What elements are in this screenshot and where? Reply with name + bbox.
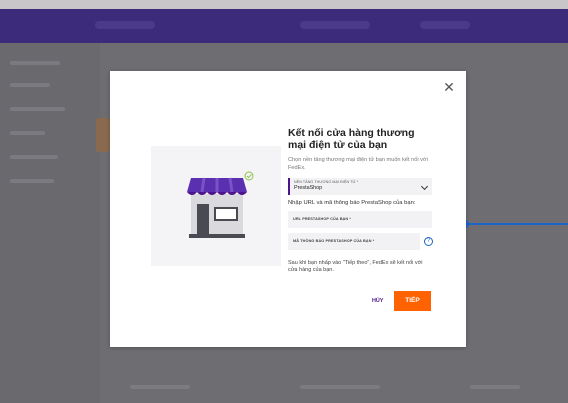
check-mark — [246, 174, 252, 179]
storefront-illustration — [151, 146, 281, 266]
sidebar-placeholder — [10, 179, 54, 183]
store-door — [197, 204, 209, 236]
sidebar-placeholder — [10, 61, 60, 65]
dialog-title: Kết nối cửa hàng thương mại điện tử của … — [288, 127, 415, 151]
platform-select-value: PrestaShop — [294, 185, 323, 191]
connect-note: Sau khi bạn nhấp vào "Tiếp theo", FedEx … — [288, 260, 423, 273]
header-placeholder — [420, 21, 470, 29]
background-accent — [96, 118, 110, 152]
platform-select[interactable]: NỀN TẢNG THƯƠNG MẠI ĐIỆN TỬ * PrestaShop — [288, 178, 432, 195]
sidebar-placeholder — [10, 83, 50, 87]
callout-line — [466, 223, 568, 225]
storefront-icon — [187, 171, 254, 238]
prestashop-url-input[interactable]: URL PRESTASHOP CỦA BẠN * — [288, 211, 432, 228]
cancel-button[interactable]: HỦY — [372, 298, 383, 304]
dialog-subtitle: Chọn nền tảng thương mại điện tử bạn muố… — [288, 157, 428, 171]
background-placeholder — [470, 385, 520, 389]
awning-stripe — [228, 177, 234, 193]
check-circle-icon — [244, 171, 254, 181]
info-icon[interactable]: ? — [424, 237, 433, 246]
header-placeholder — [95, 21, 155, 29]
prestashop-token-input[interactable]: MÃ THÔNG BÁO PRESTASHOP CỦA BẠN * — [288, 233, 420, 250]
close-icon[interactable]: ✕ — [442, 80, 456, 94]
sidebar-placeholder — [10, 107, 65, 111]
sidebar-placeholder — [10, 131, 45, 135]
sidebar-placeholder — [10, 155, 58, 159]
platform-select-label: NỀN TẢNG THƯƠNG MẠI ĐIỆN TỬ * — [294, 180, 359, 184]
background-placeholder — [130, 385, 190, 389]
dialog-form: Kết nối cửa hàng thương mại điện tử của … — [288, 127, 433, 274]
connect-store-dialog: ✕ Kết nối cửa hàng thương mại điện tử củ… — [110, 71, 466, 347]
header-placeholder — [300, 21, 370, 29]
token-row: MÃ THÔNG BÁO PRESTASHOP CỦA BẠN * ? — [288, 233, 433, 250]
instruction-text: Nhập URL và mã thông báo PrestaShop của … — [288, 200, 416, 206]
browser-top-strip — [0, 0, 568, 9]
store-window — [214, 207, 238, 221]
dialog-actions: HỦY TIẾP — [372, 291, 432, 311]
app-header-bar — [0, 9, 568, 43]
background-sidebar — [0, 43, 100, 403]
next-button[interactable]: TIẾP — [394, 291, 431, 311]
background-placeholder — [300, 385, 380, 389]
store-base — [189, 234, 245, 238]
awning-stripe — [200, 177, 206, 193]
